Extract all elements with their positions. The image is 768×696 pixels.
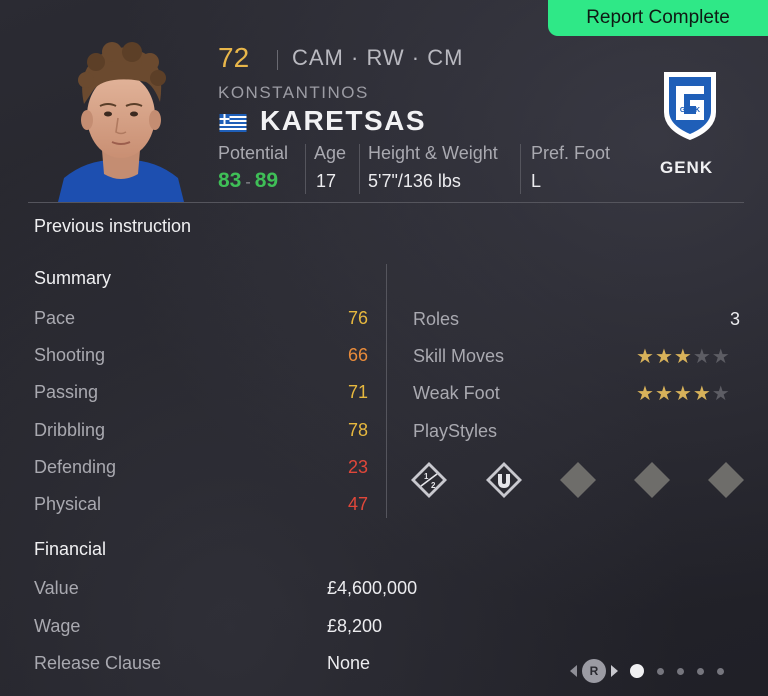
height-weight-value: 5'7"/136 lbs: [368, 171, 461, 191]
potential-label: Potential: [218, 143, 289, 163]
star-filled-icon: ★: [692, 381, 711, 405]
star-empty-icon: ★: [692, 344, 711, 368]
roles-value: 3: [729, 309, 740, 329]
wage-label: Wage: [34, 616, 81, 636]
star-filled-icon: ★: [654, 381, 673, 405]
previous-instruction[interactable]: Previous instruction: [34, 216, 191, 237]
info-divider: [520, 144, 521, 194]
skill-moves-stars: ★ ★ ★ ★ ★: [636, 346, 730, 366]
genk-crest-icon: GENK: [664, 72, 716, 140]
page-dots: [618, 664, 724, 678]
potential-range: 83-89: [218, 169, 278, 193]
potential-low: 83: [218, 169, 242, 192]
attribute-label: Pace: [34, 308, 76, 328]
roles-label: Roles: [413, 309, 460, 329]
positions-divider: [277, 50, 278, 70]
age-label: Age: [314, 143, 347, 163]
attribute-value: 47: [347, 494, 368, 514]
wage-amount: £8,200: [327, 616, 383, 636]
summary-title: Summary: [34, 268, 112, 288]
header-divider: [28, 202, 744, 203]
player-last-name: KARETSAS: [260, 105, 427, 136]
star-empty-icon: ★: [711, 344, 730, 368]
attribute-label: Passing: [34, 382, 99, 402]
club-name: GENK: [660, 158, 714, 177]
preferred-foot-value: L: [531, 171, 542, 191]
attribute-value: 66: [347, 345, 368, 365]
potential-separator: -: [245, 174, 251, 191]
skill-moves-label: Skill Moves: [413, 346, 505, 366]
star-empty-icon: ★: [711, 381, 730, 405]
r-button-icon[interactable]: R: [582, 659, 606, 683]
value-amount: £4,600,000: [327, 578, 418, 598]
report-complete-badge: Report Complete: [548, 0, 768, 36]
attribute-label: Defending: [34, 457, 117, 477]
page-dot[interactable]: [657, 667, 664, 675]
age-value: 17: [316, 171, 337, 191]
attribute-label: Shooting: [34, 345, 106, 365]
svg-text:GENK: GENK: [680, 107, 700, 114]
chevron-left-icon[interactable]: [570, 665, 577, 677]
page-dot[interactable]: [717, 667, 724, 675]
weak-foot-stars: ★ ★ ★ ★ ★: [636, 383, 730, 403]
star-filled-icon: ★: [636, 381, 654, 405]
star-filled-icon: ★: [673, 381, 692, 405]
player-first-name: KONSTANTINOS: [218, 83, 369, 102]
attribute-value: 23: [347, 457, 368, 477]
one-two-playstyle-icon[interactable]: 1 2: [409, 460, 449, 500]
release-clause-label: Release Clause: [34, 653, 162, 673]
page-dot[interactable]: [697, 667, 704, 675]
height-weight-label: Height & Weight: [368, 143, 498, 163]
summary-divider: [386, 264, 387, 518]
svg-text:2: 2: [431, 481, 436, 490]
preferred-foot-label: Pref. Foot: [531, 143, 611, 163]
weak-foot-label: Weak Foot: [413, 383, 500, 403]
empty-playstyle-icon: [560, 462, 596, 498]
attribute-value: 78: [347, 420, 368, 440]
chevron-right-icon[interactable]: [611, 665, 618, 677]
attribute-value: 76: [347, 308, 368, 328]
release-clause-value: None: [327, 653, 371, 673]
overall-rating: 72: [218, 42, 250, 73]
star-filled-icon: ★: [654, 344, 673, 368]
star-filled-icon: ★: [636, 344, 654, 368]
player-portrait: [58, 42, 184, 202]
star-filled-icon: ★: [673, 344, 692, 368]
first-touch-playstyle-icon[interactable]: [484, 460, 524, 500]
info-divider: [359, 144, 360, 194]
page-dot-active[interactable]: [630, 664, 644, 678]
info-divider: [305, 144, 306, 194]
attribute-label: Physical: [34, 494, 102, 514]
attribute-value: 71: [347, 382, 368, 402]
attribute-label: Dribbling: [34, 420, 106, 440]
empty-playstyle-icon: [634, 462, 670, 498]
page-dot[interactable]: [677, 667, 684, 675]
greece-flag-icon: [219, 114, 247, 132]
playstyles-label: PlayStyles: [413, 421, 498, 441]
value-label: Value: [34, 578, 79, 598]
page-indicator: R: [570, 656, 724, 686]
potential-high: 89: [254, 169, 279, 192]
financial-title: Financial: [34, 539, 107, 559]
positions: CAM · RW · CM: [292, 45, 464, 70]
empty-playstyle-icon: [708, 462, 744, 498]
